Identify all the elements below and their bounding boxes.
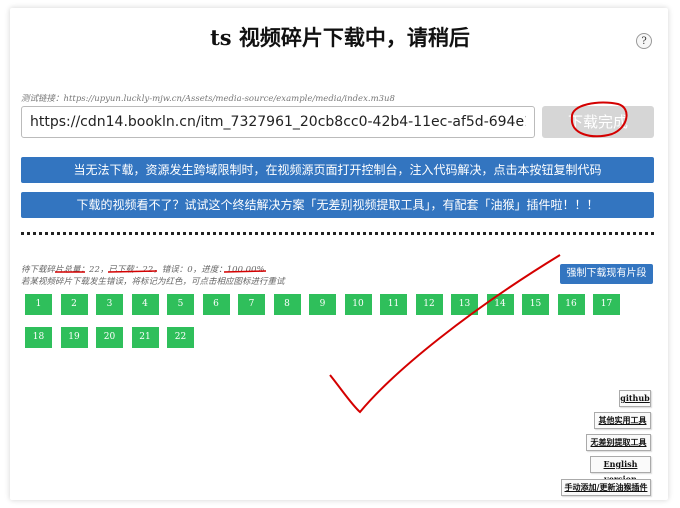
- segment-11[interactable]: 11: [380, 294, 407, 315]
- error-value: 0: [187, 265, 193, 275]
- segment-19[interactable]: 19: [60, 327, 88, 348]
- error-label: 错误: [161, 265, 179, 275]
- test-link-label: 测试链接：: [21, 94, 64, 104]
- progress-label: 进度: [201, 265, 219, 275]
- download-button[interactable]: 下载完成: [542, 106, 654, 138]
- segment-4[interactable]: 4: [131, 294, 159, 315]
- done-value: 22: [142, 265, 154, 275]
- test-link-row: 测试链接：https://upyun.luckly-mjw.cn/Assets/…: [21, 92, 395, 104]
- page-title: ts 视频碎片下载中，请稍后: [210, 25, 470, 50]
- segment-14[interactable]: 14: [486, 294, 514, 315]
- other-tools-link[interactable]: 其他实用工具: [594, 412, 651, 429]
- segment-7[interactable]: 7: [238, 294, 265, 315]
- segment-8[interactable]: 8: [273, 294, 301, 315]
- extract-tool-link[interactable]: 无差别提取工具: [586, 434, 651, 451]
- total-value: 22: [89, 265, 100, 275]
- segment-1[interactable]: 1: [25, 294, 52, 315]
- segment-5[interactable]: 5: [167, 294, 194, 315]
- segment-13[interactable]: 13: [451, 294, 478, 315]
- tampermonkey-plugin-link[interactable]: 手动添加/更新油猴插件: [561, 479, 651, 496]
- segment-18[interactable]: 18: [25, 327, 52, 348]
- m3u8-url-input[interactable]: [21, 106, 535, 138]
- segment-3[interactable]: 3: [96, 294, 123, 315]
- segment-22[interactable]: 22: [167, 327, 194, 348]
- segment-9[interactable]: 9: [309, 294, 336, 315]
- divider: [21, 232, 654, 235]
- segment-15[interactable]: 15: [522, 294, 549, 315]
- segment-10[interactable]: 10: [344, 294, 372, 315]
- copy-inject-code-button[interactable]: 当无法下载，资源发生跨域限制时，在视频源页面打开控制台，注入代码解决，点击本按钮…: [21, 157, 654, 183]
- retry-hint: 若某视频碎片下载发生错误，将标记为红色，可点击相应图标进行重试: [21, 277, 285, 287]
- help-icon[interactable]: ?: [636, 33, 652, 49]
- segment-12[interactable]: 12: [415, 294, 443, 315]
- download-stats: 待下载碎片总量：22，已下载：22，错误：0，进度：100.00% 若某视频碎片…: [21, 264, 285, 288]
- segment-20[interactable]: 20: [96, 327, 123, 348]
- segment-16[interactable]: 16: [557, 294, 585, 315]
- segment-2[interactable]: 2: [60, 294, 88, 315]
- github-link[interactable]: github: [619, 390, 651, 407]
- done-label: 已下载: [108, 265, 134, 275]
- segment-6[interactable]: 6: [202, 294, 230, 315]
- stats-line: 待下载碎片总量：22，已下载：22，错误：0，进度：100.00%: [21, 265, 265, 275]
- progress-value: 100.00%: [226, 265, 265, 275]
- test-link-url[interactable]: https://upyun.luckly-mjw.cn/Assets/media…: [64, 94, 395, 104]
- force-download-button[interactable]: 强制下载现有片段: [560, 264, 653, 284]
- main-card: [10, 8, 668, 500]
- total-label: 待下载碎片总量: [21, 265, 81, 275]
- segment-17[interactable]: 17: [593, 294, 620, 315]
- english-version-link[interactable]: English version: [590, 456, 651, 484]
- segment-21[interactable]: 21: [131, 327, 159, 348]
- extract-tool-banner[interactable]: 下载的视频看不了？试试这个终结解决方案「无差别视频提取工具」，有配套「油猴」插件…: [21, 192, 654, 218]
